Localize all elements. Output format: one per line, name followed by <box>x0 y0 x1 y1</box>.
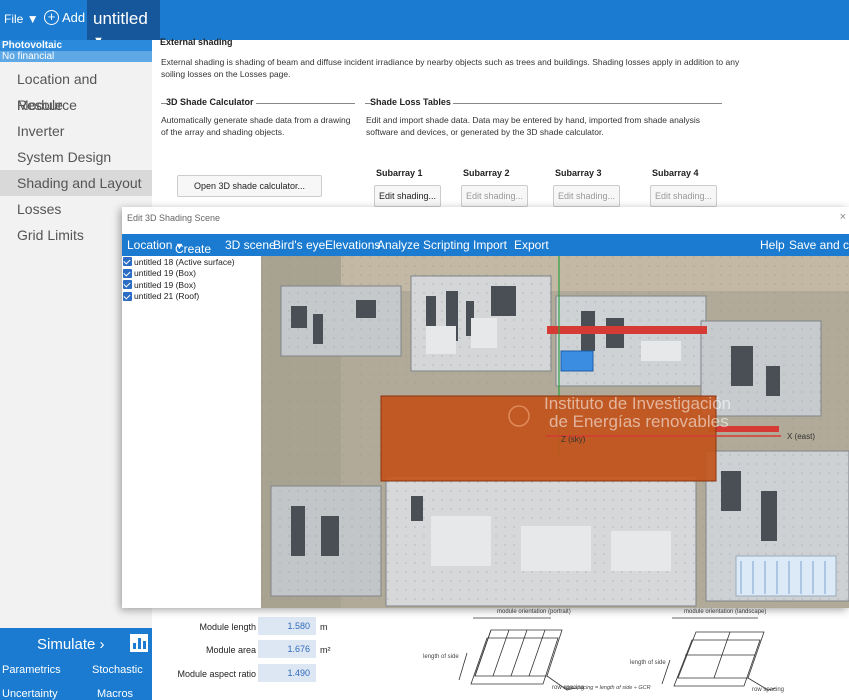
uncertainty-link[interactable]: Uncertainty <box>2 688 58 700</box>
menu-create[interactable]: Create ▼ <box>175 238 211 256</box>
simulate-panel: Simulate › Parametrics Stochastic Uncert… <box>0 628 152 700</box>
edit-shading-subarray-2-button[interactable]: Edit shading... <box>461 185 528 207</box>
subarray-1-label: Subarray 1 <box>376 168 423 178</box>
scene-object-label: untitled 21 (Roof) <box>134 291 200 302</box>
aerial-scene-drawing <box>261 256 849 608</box>
edit-shading-subarray-4-button[interactable]: Edit shading... <box>650 185 717 207</box>
edit-shading-subarray-1-button[interactable]: Edit shading... <box>374 185 441 207</box>
plus-circle-icon: + <box>44 10 59 25</box>
landscape-row-spacing-label: row spacing <box>752 687 785 693</box>
chevron-down-icon: ▼ <box>26 12 39 26</box>
menu-help[interactable]: Help <box>760 238 785 252</box>
checkbox-checked-icon[interactable] <box>123 257 132 267</box>
chevron-right-icon: › <box>99 636 105 653</box>
module-length-label: Module length <box>199 622 256 632</box>
macros-link[interactable]: Macros <box>97 688 133 700</box>
file-menu-label: File <box>4 12 24 26</box>
checkbox-checked-icon[interactable] <box>123 268 132 278</box>
document-tab[interactable]: untitled ▼ <box>87 0 160 47</box>
module-length-value: 1.580 <box>258 617 316 635</box>
roof-object <box>547 326 707 334</box>
portrait-length-of-side-label: length of side <box>423 654 459 660</box>
add-button[interactable]: + Add <box>44 10 85 25</box>
sidebar-item-inverter[interactable]: Inverter <box>0 118 152 144</box>
results-chart-icon[interactable] <box>130 634 148 652</box>
simulate-label: Simulate <box>37 636 96 653</box>
edit-shading-subarray-3-button[interactable]: Edit shading... <box>553 185 620 207</box>
menu-3d-scene[interactable]: 3D scene <box>225 238 276 252</box>
scene-object-label: untitled 19 (Box) <box>134 279 196 290</box>
landscape-length-of-side-label: length of side <box>630 660 666 666</box>
map-watermark-line2: de Energías renovables <box>549 412 729 431</box>
simulate-button[interactable]: Simulate › <box>37 636 105 653</box>
section-title: External shading <box>160 37 233 47</box>
calc-description: Automatically generate shade data from a… <box>161 115 351 137</box>
dialog-menu-bar: Location Create ▼ 3D scene Bird's eye El… <box>122 234 849 256</box>
menu-location[interactable]: Location <box>127 238 172 252</box>
stochastic-link[interactable]: Stochastic <box>92 664 143 676</box>
map-watermark: Instituto de Investigación de Energías r… <box>544 395 731 431</box>
dialog-title: Edit 3D Shading Scene <box>127 213 221 223</box>
parametrics-link[interactable]: Parametrics <box>2 664 61 676</box>
module-length-unit: m <box>320 622 328 632</box>
module-area-unit: m² <box>320 645 331 655</box>
checkbox-checked-icon[interactable] <box>123 291 132 301</box>
3d-scene-viewport[interactable]: Instituto de Investigación de Energías r… <box>261 256 849 608</box>
open-shade-calculator-button[interactable]: Open 3D shade calculator... <box>177 175 322 197</box>
menu-import[interactable]: Import <box>473 238 507 252</box>
subarray-3-label: Subarray 3 <box>555 168 602 178</box>
sidebar-item-system-design[interactable]: System Design <box>0 144 152 170</box>
section-description: External shading is shading of beam and … <box>161 57 740 79</box>
sidebar-item-location[interactable]: Location and Resource <box>0 66 152 113</box>
scene-object-item[interactable]: untitled 19 (Box) <box>122 268 261 280</box>
subarray-2-label: Subarray 2 <box>463 168 510 178</box>
menu-create-label: Create <box>175 242 212 256</box>
loss-tables-description: Edit and import shade data. Data may be … <box>366 115 701 137</box>
save-and-close-button[interactable]: Save and clos <box>789 238 849 252</box>
menu-birds-eye[interactable]: Bird's eye <box>273 238 325 252</box>
sidebar-item-shading[interactable]: Shading and Layout <box>0 170 152 196</box>
module-aspect-ratio-value: 1.490 <box>258 664 316 682</box>
menu-elevations[interactable]: Elevations <box>325 238 380 252</box>
module-area-label: Module area <box>205 645 256 655</box>
scene-object-label: untitled 19 (Box) <box>134 268 196 279</box>
top-bar: File ▼ + Add untitled ▼ <box>0 0 849 47</box>
document-title: untitled <box>93 9 148 28</box>
module-area-value: 1.676 <box>258 640 316 658</box>
scene-object-list: untitled 18 (Active surface) untitled 19… <box>122 256 261 608</box>
checkbox-checked-icon[interactable] <box>123 280 132 290</box>
add-label: Add <box>62 10 86 25</box>
module-aspect-ratio-label: Module aspect ratio <box>177 669 256 679</box>
x-axis-label: X (east) <box>787 432 816 441</box>
loss-tables-group-title: Shade Loss Tables <box>370 97 453 107</box>
map-watermark-line1: Instituto de Investigación <box>544 394 732 413</box>
calc-group-title: 3D Shade Calculator <box>166 97 256 107</box>
row-spacing-formula: row spacing = length of side ÷ GCR <box>564 685 651 691</box>
blue-panel <box>560 350 594 372</box>
scene-object-label: untitled 18 (Active surface) <box>134 256 235 267</box>
scene-object-item[interactable]: untitled 18 (Active surface) <box>122 256 261 268</box>
menu-scripting[interactable]: Scripting <box>423 238 470 252</box>
close-icon[interactable]: × <box>840 211 846 223</box>
edit-3d-shading-dialog: Edit 3D Shading Scene × Location Create … <box>122 207 849 608</box>
financial-label: No financial <box>0 51 152 62</box>
file-menu[interactable]: File ▼ <box>4 12 39 26</box>
z-axis-label: Z (sky) <box>561 435 586 444</box>
subarray-4-label: Subarray 4 <box>652 168 699 178</box>
menu-export[interactable]: Export <box>514 238 549 252</box>
scene-object-item[interactable]: untitled 19 (Box) <box>122 279 261 291</box>
scene-object-item[interactable]: untitled 21 (Roof) <box>122 291 261 303</box>
menu-analyze[interactable]: Analyze <box>377 238 420 252</box>
technology-label: Photovoltaic <box>0 40 152 51</box>
